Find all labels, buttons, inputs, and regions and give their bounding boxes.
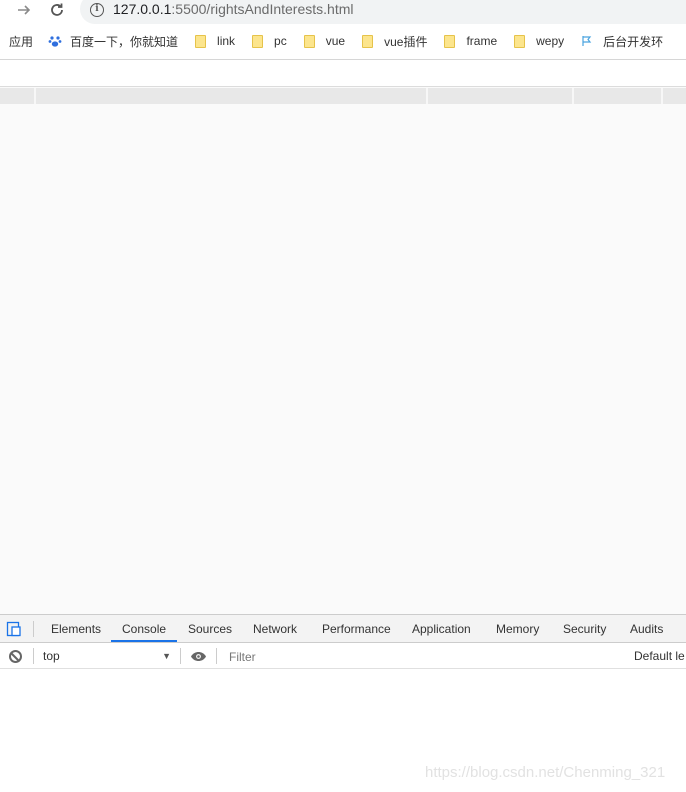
bookmark-label: wepy [536, 34, 565, 48]
page-header-divider [0, 86, 686, 87]
column-divider [572, 88, 574, 104]
context-value: top [43, 649, 60, 663]
tab-separator [33, 621, 34, 637]
url-text[interactable]: 127.0.0.1:5500/rightsAndInterests.html [113, 1, 354, 17]
folder-icon [362, 34, 374, 48]
browser-toolbar: i 127.0.0.1:5500/rightsAndInterests.html [0, 0, 686, 24]
bookmarks-bar: 应用 百度一下，你就知道 link pc vue vue插件 frame wep… [0, 28, 686, 54]
devtools-tab-bar: Elements Console Sources Network Perform… [0, 615, 686, 643]
address-bar[interactable]: i 127.0.0.1:5500/rightsAndInterests.html [80, 0, 686, 24]
page-header-strip [0, 60, 686, 86]
tab-elements[interactable]: Elements [51, 615, 101, 643]
table-header-bar [0, 88, 686, 104]
apps-label: 应用 [9, 34, 34, 49]
folder-icon [252, 34, 264, 48]
toolbar-separator [33, 648, 34, 664]
tab-audits[interactable]: Audits [630, 615, 663, 643]
bookmark-frame[interactable]: frame [444, 30, 497, 52]
console-toolbar: top ▼ Default le [0, 643, 686, 669]
baidu-paw-icon [48, 36, 62, 47]
bookmark-baidu[interactable]: 百度一下，你就知道 [48, 30, 178, 52]
bookmark-pc[interactable]: pc [252, 30, 287, 52]
page-viewport [0, 60, 686, 614]
bookmark-label: frame [466, 34, 498, 48]
bookmark-label: 百度一下，你就知道 [70, 34, 179, 49]
folder-icon [444, 34, 456, 48]
toolbar-separator [180, 648, 181, 664]
url-host: 127.0.0.1 [113, 1, 172, 17]
tab-security[interactable]: Security [563, 615, 606, 643]
bookmark-label: link [217, 34, 236, 48]
device-toolbar-icon[interactable] [6, 621, 22, 637]
bookmark-backend-env[interactable]: 后台开发环 [581, 30, 663, 52]
dropdown-arrow-icon: ▼ [162, 651, 171, 661]
tab-performance[interactable]: Performance [322, 615, 391, 643]
bookmark-label: vue插件 [384, 34, 428, 49]
toolbar-separator [216, 648, 217, 664]
active-tab-indicator [111, 640, 177, 642]
site-info-icon[interactable]: i [90, 3, 104, 17]
context-selector[interactable]: top ▼ [43, 643, 175, 669]
tab-memory[interactable]: Memory [496, 615, 539, 643]
console-filter-input[interactable] [221, 647, 625, 666]
reload-icon[interactable] [47, 0, 67, 20]
bookmark-wepy[interactable]: wepy [514, 30, 564, 52]
apps-shortcut[interactable]: 应用 [9, 30, 33, 52]
folder-icon [195, 34, 207, 48]
tab-sources[interactable]: Sources [188, 615, 232, 643]
clear-console-icon[interactable] [9, 650, 22, 663]
url-path: :5500/rightsAndInterests.html [171, 1, 354, 17]
forward-icon[interactable] [14, 0, 34, 20]
bookmark-label: 后台开发环 [603, 34, 664, 49]
eye-icon[interactable] [190, 651, 207, 662]
bookmark-label: pc [274, 34, 287, 48]
bookmark-vue[interactable]: vue [303, 30, 346, 52]
column-divider [426, 88, 428, 104]
log-levels-dropdown[interactable]: Default le [634, 643, 685, 669]
column-divider [34, 88, 36, 104]
tab-application[interactable]: Application [412, 615, 471, 643]
folder-icon [303, 34, 315, 48]
column-divider [661, 88, 663, 104]
tab-console[interactable]: Console [122, 615, 166, 643]
folder-icon [514, 34, 526, 48]
bookmark-label: vue [325, 34, 346, 48]
bookmark-vue-plugins[interactable]: vue插件 [362, 30, 427, 52]
watermark: https://blog.csdn.net/Chenming_321 [425, 764, 666, 781]
tab-network[interactable]: Network [253, 615, 297, 643]
bookmark-link[interactable]: link [195, 30, 235, 52]
flag-icon [582, 36, 592, 46]
